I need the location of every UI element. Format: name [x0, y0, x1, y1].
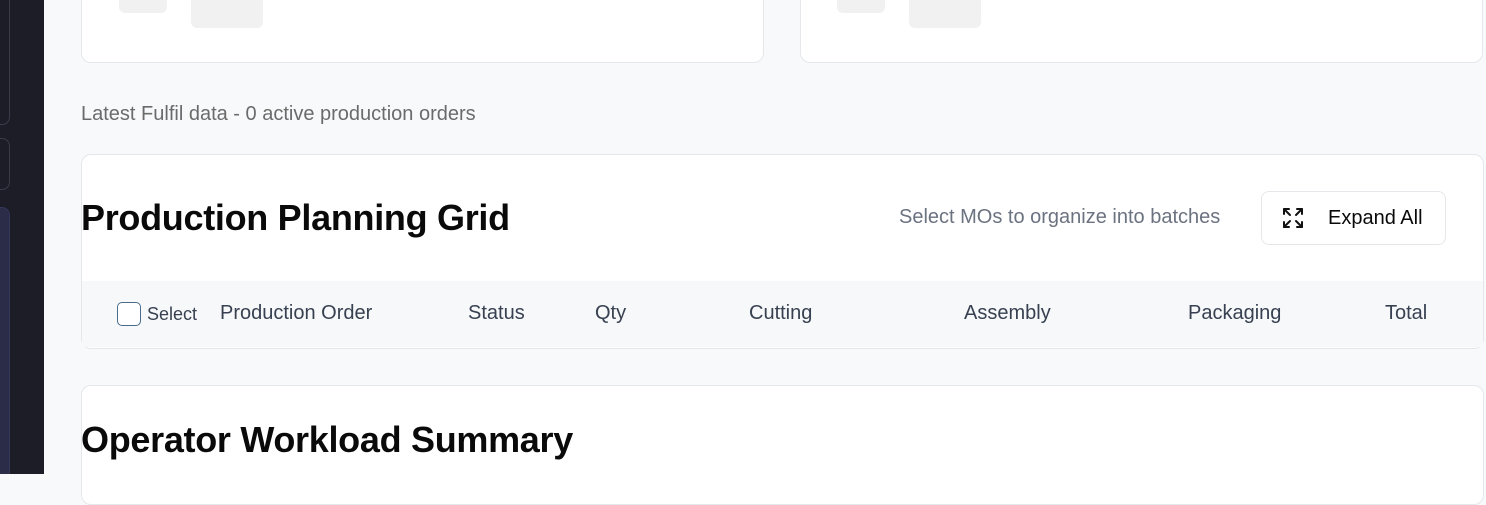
column-header-status[interactable]: Status: [468, 302, 525, 325]
sidebar-nav-item[interactable]: [0, 138, 10, 190]
stat-card: [81, 0, 764, 63]
column-header-production-order[interactable]: Production Order: [220, 302, 372, 325]
sidebar-active-item[interactable]: [0, 207, 10, 474]
sidebar-panel: [0, 0, 10, 125]
main-content: Latest Fulfil data - 0 active production…: [44, 0, 1486, 505]
column-header-qty[interactable]: Qty: [595, 302, 626, 325]
skeleton-placeholder: [191, 0, 263, 28]
expand-all-button[interactable]: Expand All: [1261, 191, 1446, 245]
column-header-assembly[interactable]: Assembly: [964, 302, 1051, 325]
skeleton-placeholder: [119, 0, 167, 13]
select-all-checkbox[interactable]: [117, 302, 141, 326]
column-header-packaging[interactable]: Packaging: [1188, 302, 1281, 325]
select-label: Select: [147, 304, 198, 324]
status-line: Latest Fulfil data - 0 active production…: [81, 103, 476, 125]
grid-hint: Select MOs to organize into batches: [899, 206, 1221, 228]
sidebar: [0, 0, 44, 474]
expand-icon: [1282, 207, 1304, 229]
workload-title: Operator Workload Summary: [81, 419, 573, 460]
stat-card: [800, 0, 1483, 63]
grid-title: Production Planning Grid: [81, 197, 510, 238]
expand-all-label: Expand All: [1328, 206, 1423, 229]
skeleton-placeholder: [909, 0, 981, 28]
skeleton-placeholder: [837, 0, 885, 13]
column-header-total[interactable]: Total: [1385, 302, 1427, 325]
column-header-cutting[interactable]: Cutting: [749, 302, 812, 325]
